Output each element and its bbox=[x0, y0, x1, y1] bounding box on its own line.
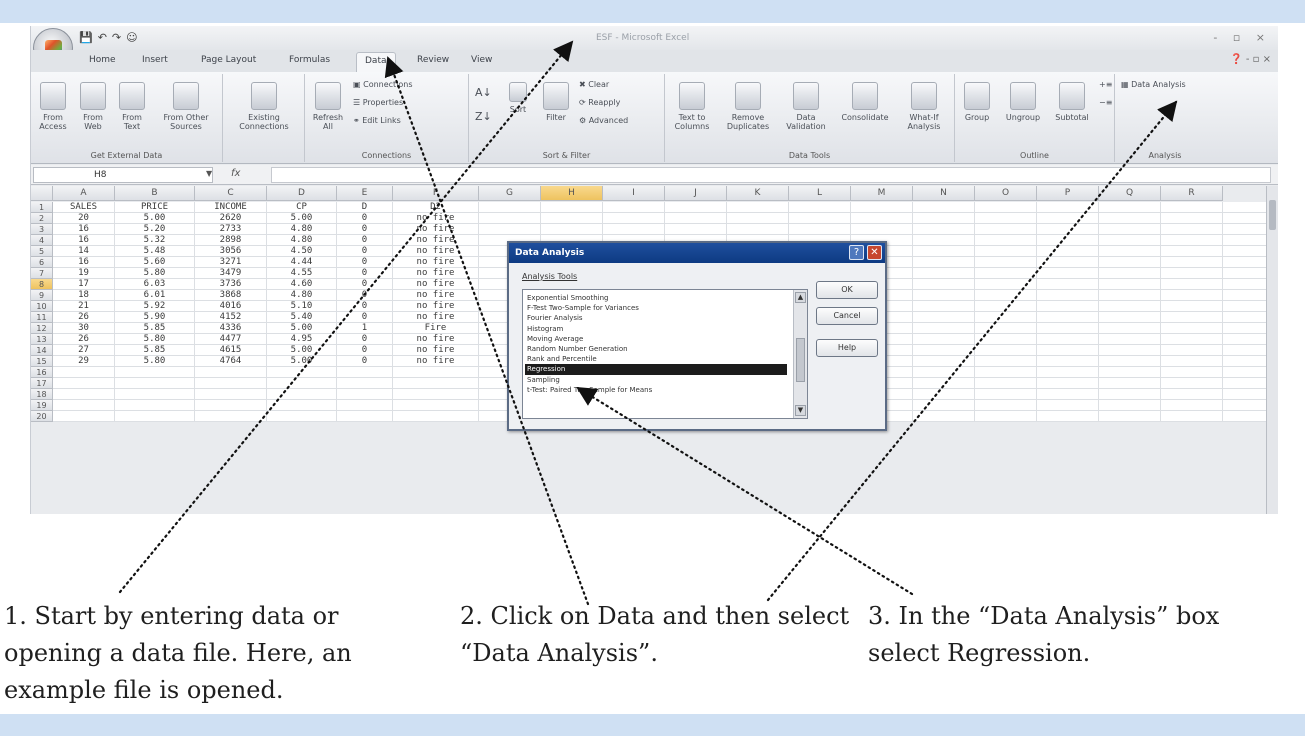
arrow-step-2-data-analysis bbox=[766, 100, 1178, 602]
arrow-step-3 bbox=[576, 386, 914, 596]
arrow-step-1 bbox=[118, 40, 574, 594]
pointer-arrows bbox=[118, 40, 1178, 606]
arrow-step-2-data-tab bbox=[384, 56, 590, 606]
